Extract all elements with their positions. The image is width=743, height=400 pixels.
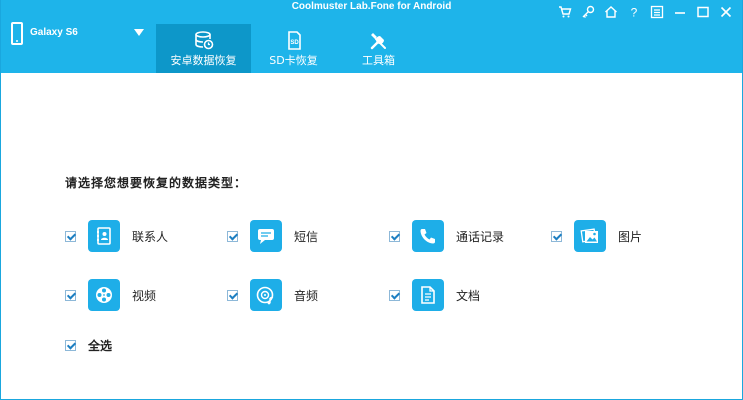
header-bar: Coolmuster Lab.Fone for Android Galaxy S… xyxy=(1,0,742,73)
sms-checkbox[interactable] xyxy=(227,230,238,242)
type-label: 联系人 xyxy=(132,229,169,244)
type-item-call-logs[interactable]: 通话记录 xyxy=(389,220,504,252)
select-all[interactable]: 全选 xyxy=(65,337,112,354)
device-selector[interactable]: Galaxy S6 xyxy=(9,20,149,48)
help-icon[interactable]: ? xyxy=(625,4,642,20)
audio-icon xyxy=(256,286,274,305)
type-item-photos[interactable]: 图片 xyxy=(551,220,642,252)
type-item-contacts[interactable]: 联系人 xyxy=(65,220,168,252)
type-label: 文档 xyxy=(456,288,481,303)
document-icon xyxy=(421,286,435,304)
tab-label: 工具箱 xyxy=(362,54,395,67)
window-controls: ? xyxy=(556,4,734,20)
type-item-videos[interactable]: 视频 xyxy=(65,279,156,311)
tab-label: SD卡恢复 xyxy=(269,54,318,67)
video-reel-icon xyxy=(96,287,112,303)
tab-label: 安卓数据恢复 xyxy=(170,54,237,67)
phone-icon xyxy=(11,22,23,45)
cart-icon[interactable] xyxy=(556,4,573,20)
type-item-audio[interactable]: 音频 xyxy=(227,279,318,311)
type-label: 视频 xyxy=(132,288,157,303)
minimize-icon[interactable] xyxy=(671,4,688,20)
tools-icon xyxy=(370,33,386,50)
photos-icon xyxy=(580,228,598,243)
close-icon[interactable] xyxy=(717,4,734,20)
type-item-sms[interactable]: 短信 xyxy=(227,220,318,252)
main-nav: 安卓数据恢复 SD SD卡恢复 工具箱 xyxy=(156,24,421,73)
type-label: 短信 xyxy=(294,229,319,244)
maximize-icon[interactable] xyxy=(694,4,711,20)
sms-icon xyxy=(258,229,274,244)
tab-android-recovery[interactable]: 安卓数据恢复 xyxy=(156,24,251,73)
photos-checkbox[interactable] xyxy=(551,230,562,242)
type-item-documents[interactable]: 文档 xyxy=(389,279,480,311)
menu-icon[interactable] xyxy=(648,4,665,20)
tab-sd-recovery[interactable]: SD SD卡恢复 xyxy=(251,24,336,73)
documents-checkbox[interactable] xyxy=(389,289,400,301)
database-restore-icon xyxy=(194,31,213,50)
app-window: Coolmuster Lab.Fone for Android Galaxy S… xyxy=(0,0,743,400)
select-type-prompt: 请选择您想要恢复的数据类型： xyxy=(65,176,248,190)
contacts-checkbox[interactable] xyxy=(65,230,76,242)
device-name: Galaxy S6 xyxy=(30,27,78,38)
sd-card-icon: SD xyxy=(287,31,301,50)
select-all-checkbox[interactable] xyxy=(65,340,76,351)
call-logs-checkbox[interactable] xyxy=(389,230,400,242)
videos-checkbox[interactable] xyxy=(65,289,76,301)
type-label: 图片 xyxy=(618,229,643,244)
key-icon[interactable] xyxy=(579,4,596,20)
phone-icon xyxy=(420,229,435,244)
home-icon[interactable] xyxy=(602,4,619,20)
contacts-icon xyxy=(97,227,111,245)
audio-checkbox[interactable] xyxy=(227,289,238,301)
tab-toolbox[interactable]: 工具箱 xyxy=(336,24,421,73)
type-label: 音频 xyxy=(294,288,319,303)
type-label: 通话记录 xyxy=(456,229,505,244)
help-glyph: ? xyxy=(630,6,637,20)
caret-down-icon[interactable] xyxy=(134,29,144,36)
select-all-label: 全选 xyxy=(88,339,113,353)
svg-text:SD: SD xyxy=(290,40,299,46)
